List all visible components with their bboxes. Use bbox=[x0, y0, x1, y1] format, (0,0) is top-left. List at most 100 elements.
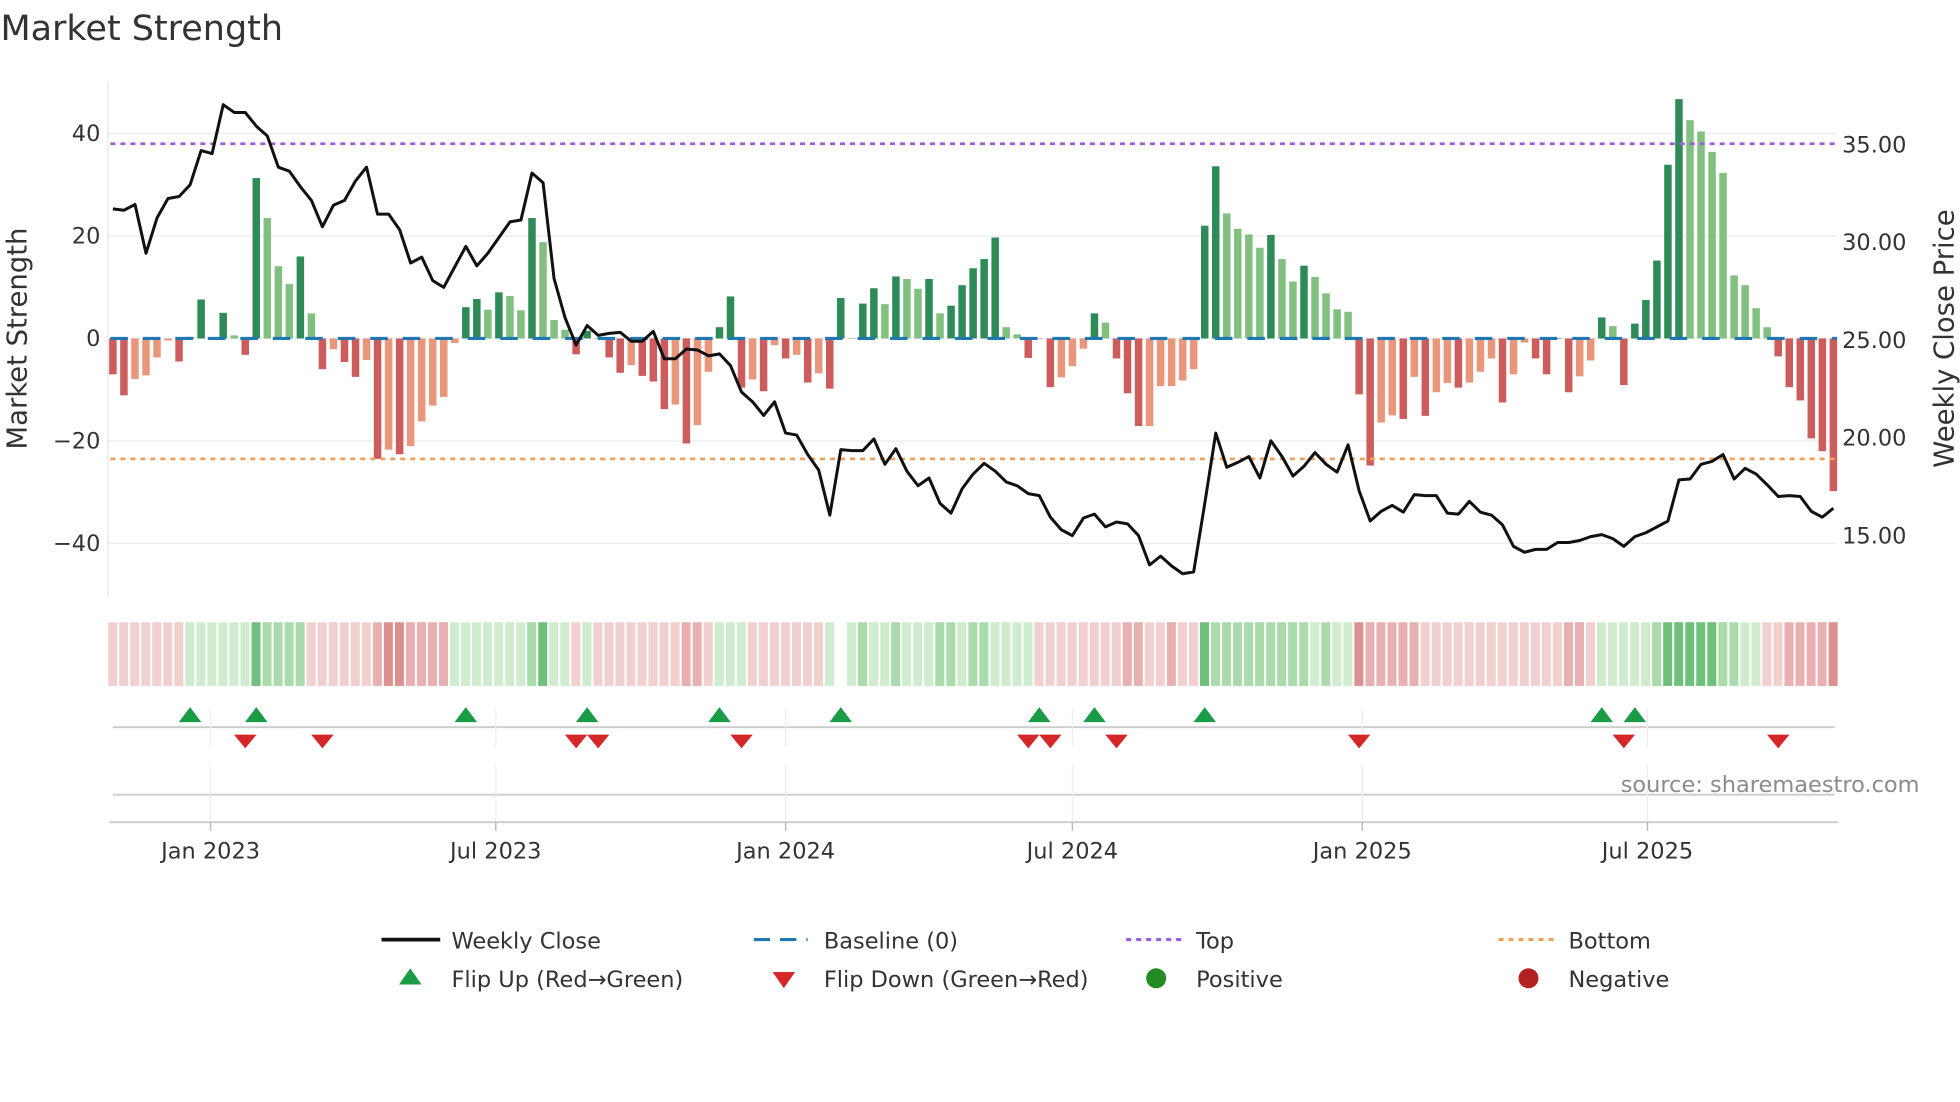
negative-bar bbox=[340, 338, 349, 363]
flip-up-marker bbox=[1623, 707, 1647, 723]
flip-up-marker bbox=[454, 707, 478, 723]
regime-cell bbox=[1034, 622, 1044, 686]
positive-bar bbox=[1300, 265, 1308, 339]
regime-cell bbox=[361, 622, 371, 686]
regime-cell bbox=[659, 622, 669, 686]
regime-cell bbox=[1497, 622, 1507, 686]
negative-bar bbox=[440, 338, 448, 397]
negative-bar bbox=[417, 338, 426, 422]
regime-cell bbox=[979, 622, 989, 686]
regime-cell bbox=[1166, 622, 1176, 686]
regime-cell bbox=[1354, 622, 1364, 686]
negative-bar bbox=[318, 338, 327, 370]
regime-cell bbox=[1188, 622, 1198, 686]
regime-cell bbox=[1729, 622, 1739, 686]
positive-bar bbox=[914, 288, 922, 339]
regime-cell bbox=[1210, 622, 1221, 686]
legend-weekly-close: Weekly Close bbox=[381, 928, 601, 954]
positive-bar bbox=[528, 218, 536, 339]
regime-cell bbox=[1133, 622, 1143, 686]
negative-bar bbox=[616, 338, 624, 373]
regime-cell bbox=[1420, 622, 1430, 686]
regime-cell bbox=[516, 622, 526, 686]
negative-bar bbox=[1620, 338, 1628, 386]
regime-cell bbox=[858, 622, 868, 686]
negative-bar bbox=[792, 338, 801, 355]
positive-bar bbox=[517, 310, 525, 339]
y2-tick-label: 25.00 bbox=[1842, 328, 1906, 354]
regime-cell bbox=[483, 622, 493, 686]
positive-bar bbox=[903, 279, 911, 339]
regime-cell bbox=[1277, 622, 1287, 686]
negative-bar bbox=[142, 338, 150, 376]
y2-axis-title: Weekly Close Price bbox=[1928, 209, 1960, 467]
negative-bar bbox=[362, 338, 371, 360]
regime-cell bbox=[1652, 622, 1662, 686]
negative-bar bbox=[1487, 338, 1496, 359]
flip-down-marker bbox=[1347, 734, 1371, 749]
market-strength-chart: Market Strength 40 20 0 −20 −40 35.00 30.00 25… bbox=[0, 9, 1960, 993]
flip-down-marker bbox=[564, 734, 588, 749]
negative-bar bbox=[153, 338, 161, 358]
regime-cell bbox=[394, 622, 404, 686]
regime-cell bbox=[1056, 622, 1066, 686]
regime-cell bbox=[593, 622, 603, 686]
positive-bar bbox=[980, 259, 988, 339]
regime-cell bbox=[1365, 622, 1375, 686]
regime-cell bbox=[1707, 622, 1717, 686]
positive-bar bbox=[1267, 234, 1275, 339]
negative-bar bbox=[1134, 338, 1143, 427]
circle-icon bbox=[1146, 968, 1167, 989]
positive-bar bbox=[1101, 322, 1110, 339]
positive-bar bbox=[1289, 281, 1297, 339]
legend-label: Top bbox=[1195, 928, 1234, 954]
negative-bar bbox=[1388, 338, 1396, 416]
regime-cell bbox=[1343, 622, 1353, 686]
regime-cell bbox=[1751, 622, 1761, 686]
flip-up-marker bbox=[708, 707, 731, 723]
source-label: source: sharemaestro.com bbox=[1621, 772, 1920, 798]
regime-cell bbox=[824, 622, 835, 686]
regime-cell bbox=[1486, 622, 1496, 686]
regime-cell bbox=[416, 622, 426, 686]
y-tick-label: 40 bbox=[72, 121, 101, 147]
legend: Weekly Close Baseline (0) Top Bottom Fli… bbox=[381, 928, 1669, 993]
regime-cell bbox=[1552, 622, 1562, 686]
positive-bar bbox=[881, 304, 889, 339]
regime-cell bbox=[152, 622, 162, 686]
regime-cell bbox=[1321, 622, 1331, 686]
regime-cell bbox=[1596, 622, 1607, 686]
negative-bar bbox=[1068, 338, 1077, 367]
positive-bar bbox=[506, 295, 514, 339]
flip-down-marker bbox=[1017, 734, 1040, 749]
flip-down-marker bbox=[1105, 734, 1128, 749]
regime-cell bbox=[571, 622, 581, 686]
regime-cell bbox=[438, 622, 449, 686]
regime-cell bbox=[549, 622, 559, 686]
regime-cell bbox=[747, 622, 757, 686]
regime-cell bbox=[1233, 622, 1243, 686]
regime-cell bbox=[174, 622, 184, 686]
negative-bar bbox=[737, 338, 746, 388]
regime-cell bbox=[273, 622, 283, 686]
x-tick-label: Jul 2024 bbox=[1025, 838, 1118, 864]
negative-bar bbox=[384, 338, 393, 450]
regime-cell bbox=[1608, 622, 1618, 686]
positive-bar bbox=[1311, 276, 1319, 339]
regime-cell bbox=[1585, 622, 1595, 686]
regime-cell bbox=[1530, 622, 1540, 686]
positive-bar bbox=[1686, 120, 1694, 339]
regime-cell bbox=[1740, 622, 1750, 686]
positive-bar bbox=[859, 303, 867, 339]
flip-up-marker bbox=[829, 707, 853, 723]
regime-cell bbox=[1773, 622, 1783, 686]
legend-positive: Positive bbox=[1146, 967, 1283, 993]
legend-baseline: Baseline (0) bbox=[753, 928, 958, 954]
flip-up-marker bbox=[575, 707, 599, 723]
positive-bar bbox=[1090, 313, 1099, 339]
negative-bar bbox=[1421, 338, 1430, 416]
positive-bar bbox=[274, 266, 283, 339]
flip-up-marker bbox=[1083, 707, 1106, 723]
negative-bar bbox=[1796, 338, 1805, 401]
positive-bar bbox=[550, 320, 558, 339]
